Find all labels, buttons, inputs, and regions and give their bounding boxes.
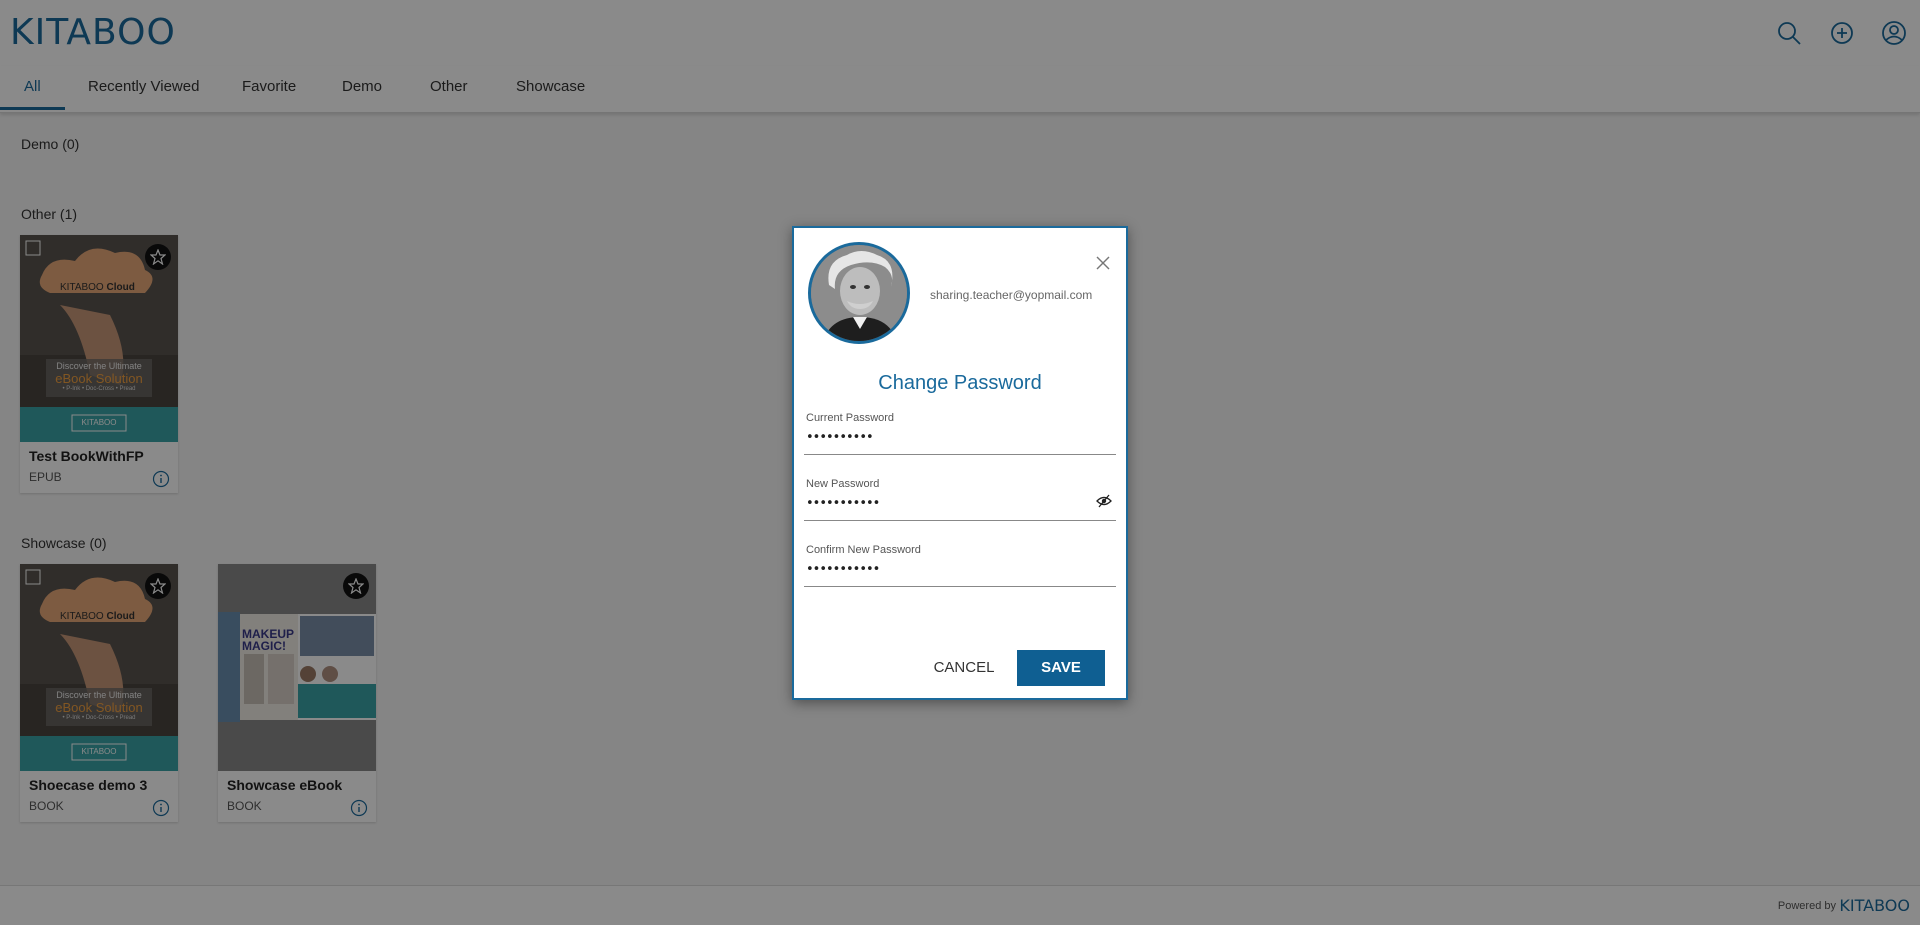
user-email: sharing.teacher@yopmail.com (930, 288, 1093, 302)
eye-slash-icon[interactable] (1096, 494, 1112, 508)
change-password-dialog: sharing.teacher@yopmail.com Change Passw… (792, 226, 1128, 700)
dialog-title: Change Password (878, 372, 1042, 394)
new-password-field: New Password (804, 478, 1116, 521)
current-password-label: Current Password (806, 412, 895, 424)
new-password-input[interactable] (804, 494, 1098, 513)
new-password-label: New Password (806, 478, 880, 490)
close-icon[interactable] (1094, 254, 1112, 272)
current-password-field: Current Password (804, 412, 1116, 455)
avatar-portrait (811, 245, 907, 341)
current-password-input[interactable] (804, 428, 1098, 447)
cancel-button[interactable]: CANCEL (924, 650, 1004, 686)
confirm-password-label: Confirm New Password (806, 544, 921, 556)
confirm-password-input[interactable] (804, 560, 1098, 579)
avatar (808, 242, 910, 344)
confirm-password-field: Confirm New Password (804, 544, 1116, 587)
save-button[interactable]: SAVE (1017, 650, 1105, 686)
